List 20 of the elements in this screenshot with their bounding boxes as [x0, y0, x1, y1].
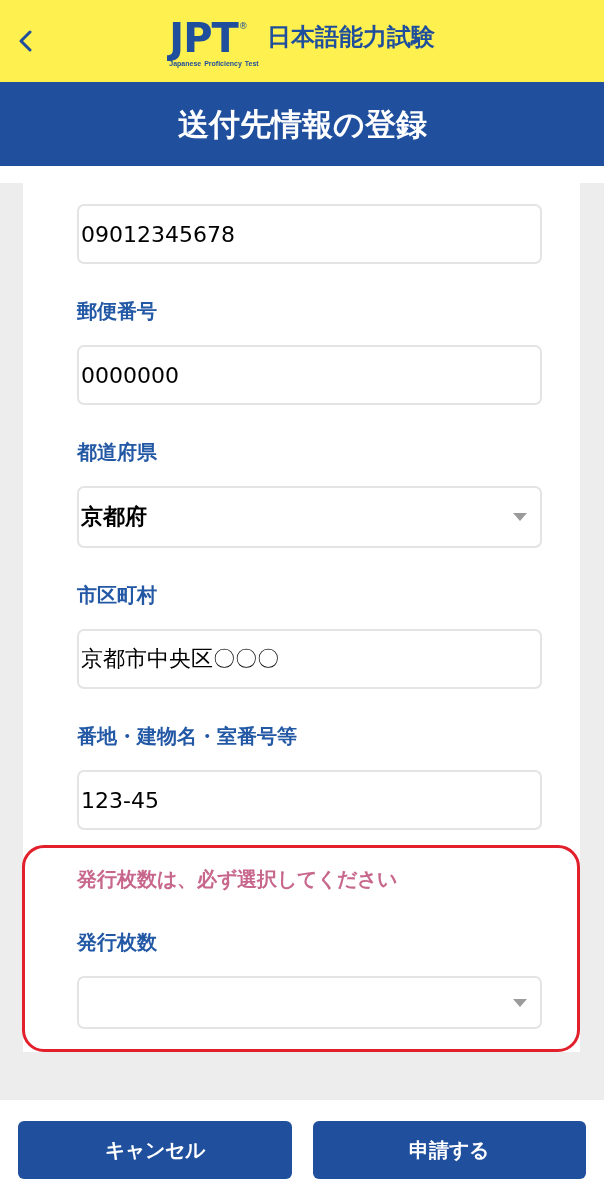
input-field[interactable]: 0000000 — [77, 345, 542, 405]
field-label: 郵便番号 — [77, 298, 158, 325]
input-field[interactable]: 123-45 — [77, 770, 542, 830]
field-label: 番地・建物名・室番号等 — [77, 723, 298, 750]
input-field[interactable]: 09012345678 — [77, 204, 542, 264]
error-message: 発行枚数は、必ず選択してください — [77, 866, 398, 892]
registered-mark: ® — [238, 21, 248, 31]
field-label: 発行枚数 — [77, 929, 158, 956]
service-name: 日本語能力試験 — [266, 22, 435, 52]
dropdown-field[interactable] — [77, 976, 542, 1029]
caret-icon — [513, 998, 527, 1007]
input-field[interactable]: 京都市中央区〇〇〇 — [77, 629, 542, 689]
dropdown-field[interactable]: 京都府 — [77, 486, 542, 548]
field-label: 市区町村 — [77, 582, 158, 609]
back-icon[interactable] — [18, 30, 32, 52]
field-label: 都道府県 — [77, 439, 158, 466]
cancel-button[interactable]: キャンセル — [18, 1121, 292, 1179]
submit-button[interactable]: 申請する — [312, 1121, 586, 1179]
caret-icon — [513, 513, 527, 521]
page-title: 送付先情報の登録 — [177, 105, 427, 144]
